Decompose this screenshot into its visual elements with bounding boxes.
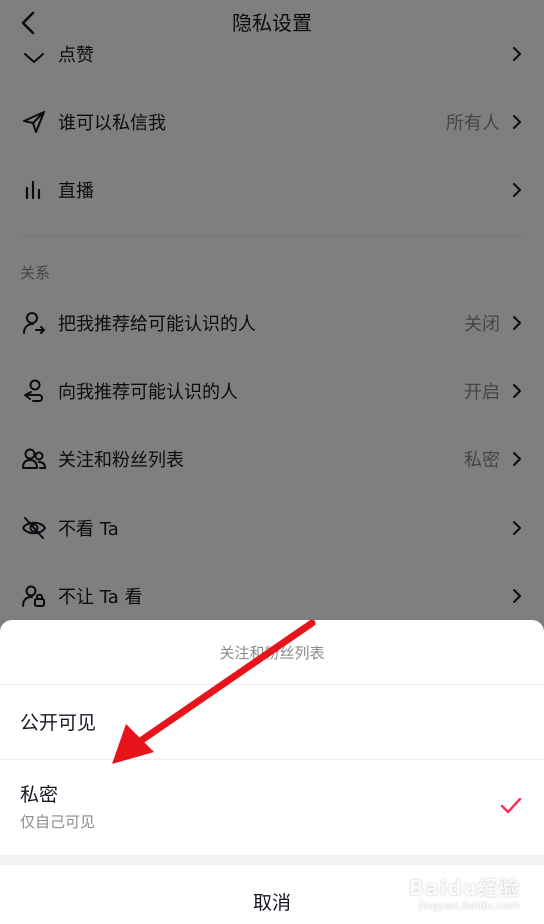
sheet-title: 关注和粉丝列表 bbox=[219, 644, 325, 662]
watermark-brand: Baidu经验 bbox=[408, 876, 520, 900]
watermark: Baidu经验 jingyan.baidu.com bbox=[409, 872, 520, 912]
sheet-divider bbox=[0, 759, 544, 760]
check-icon bbox=[500, 797, 522, 814]
watermark-url: jingyan.baidu.com bbox=[418, 899, 520, 912]
option-private[interactable]: 私密 bbox=[20, 780, 58, 807]
option-public[interactable]: 公开可见 bbox=[20, 708, 96, 735]
option-private-sub: 仅自己可见 bbox=[20, 813, 96, 831]
sheet-gap bbox=[0, 855, 544, 865]
sheet-divider bbox=[0, 684, 544, 685]
